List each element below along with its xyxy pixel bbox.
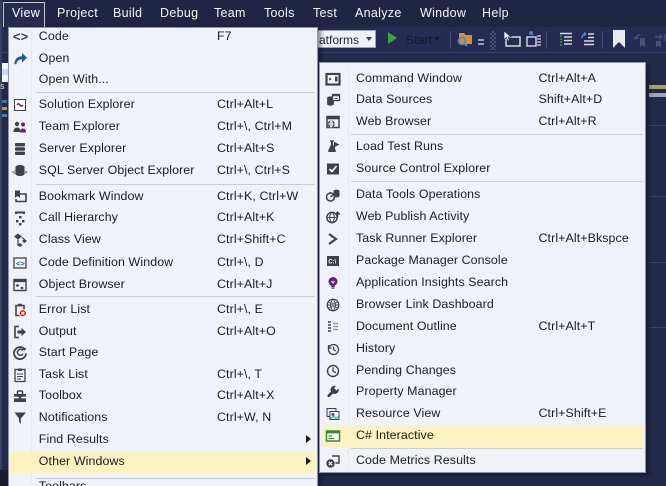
svg-text:<>: <> bbox=[13, 29, 28, 44]
svg-text:>: > bbox=[23, 168, 28, 177]
svg-text:<>: <> bbox=[16, 259, 25, 268]
svg-text:<: < bbox=[12, 168, 17, 177]
svg-text:C:\: C:\ bbox=[328, 259, 336, 265]
